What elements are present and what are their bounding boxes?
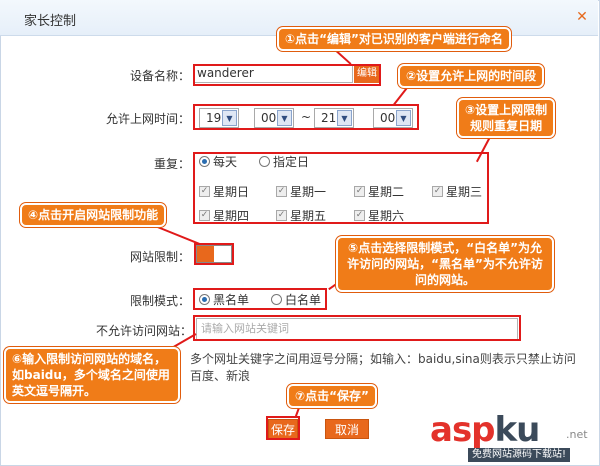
callout-1: ①点击“编辑”对已识别的客户端进行命名 (277, 27, 511, 51)
watermark-subtitle: 免费网站源码下载站! (468, 448, 571, 462)
repeat-label: 重复： (153, 157, 190, 171)
highlight-blocked-sites (193, 315, 521, 341)
callout-5: ⑤点击选择限制模式，“白名单”为允许访问的网站，“黑名单”为不允许访问的网站。 (336, 236, 554, 292)
allowed-time-label: 允许上网时间： (105, 112, 190, 126)
device-name-label: 设备名称： (129, 69, 190, 83)
cancel-button[interactable]: 取消 (325, 419, 369, 439)
callout-3-line-1: ③设置上网限制 (465, 103, 548, 117)
highlight-save (266, 416, 300, 440)
highlight-repeat (193, 152, 489, 224)
highlight-limit-mode (193, 288, 327, 310)
blocked-sites-label: 不允许访问网站： (95, 324, 192, 338)
dialog-title: 家长控制 (24, 14, 77, 29)
blocked-sites-hint: 多个网址关键字之间用逗号分隔；如输入：baidu,sina则表示只禁止访问 百度… (190, 351, 595, 385)
site-limit-label: 网站限制： (129, 250, 190, 264)
callout-2: ②设置允许上网的时间段 (398, 64, 545, 88)
callout-4: ④点击开启网站限制功能 (20, 203, 167, 227)
highlight-toggle (194, 243, 234, 265)
limit-mode-label: 限制模式： (129, 294, 190, 308)
callout-7: ⑦点击“保存” (287, 384, 377, 408)
watermark-logo: aspku (430, 410, 541, 450)
callout-3-line-2: 规则重复日期 (470, 119, 543, 133)
close-icon[interactable]: ✕ (575, 10, 589, 24)
hint-line-1: 多个网址关键字之间用逗号分隔；如输入：baidu,sina则表示只禁止访问 (190, 352, 576, 366)
watermark-net: .net (566, 428, 588, 441)
watermark-ku: ku (494, 410, 541, 450)
hint-line-2: 百度、新浪 (190, 369, 251, 383)
callout-3: ③设置上网限制 规则重复日期 (457, 98, 556, 138)
highlight-device-name (193, 64, 381, 86)
callout-6: ⑥输入限制访问网站的域名，如baidu，多个域名之间使用英文逗号隔开。 (4, 347, 180, 403)
watermark-asp: asp (430, 410, 496, 450)
highlight-time (193, 104, 419, 130)
